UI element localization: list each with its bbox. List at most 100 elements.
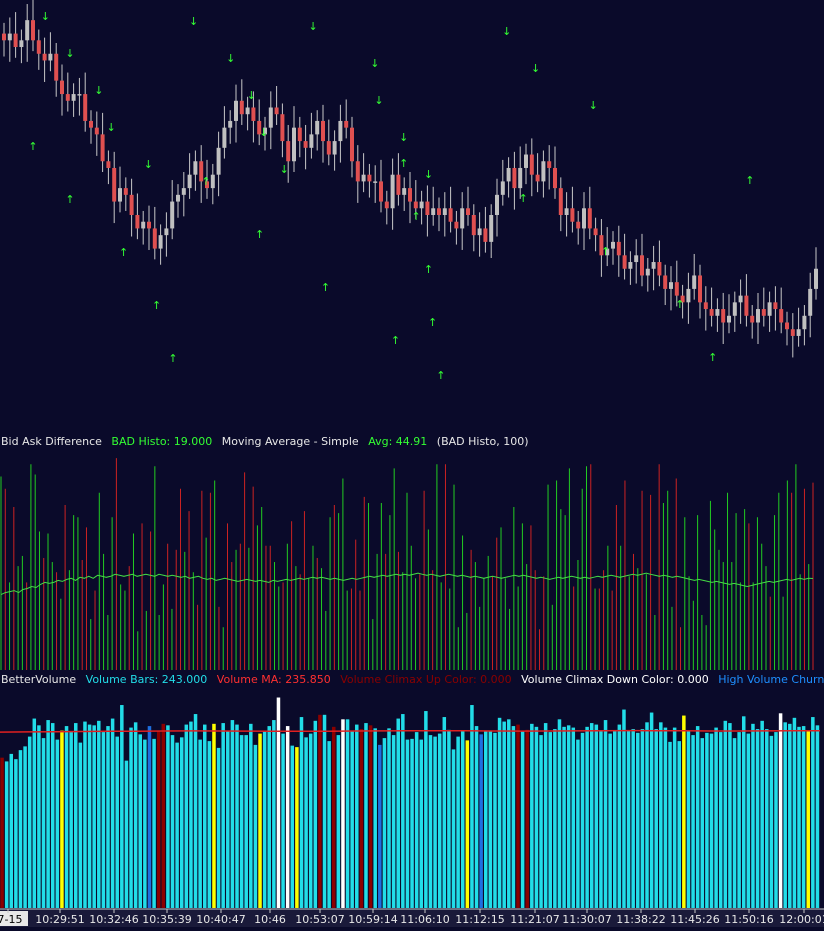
volume-bar	[714, 727, 718, 908]
volume-bar	[631, 729, 635, 908]
candle-body-up	[118, 188, 122, 202]
candle-body-down	[36, 40, 41, 54]
volume-bar	[23, 746, 27, 908]
volume-bar	[797, 726, 801, 908]
candle-body-down	[286, 141, 291, 162]
candle-body-up	[419, 201, 424, 209]
volume-bar	[433, 736, 437, 908]
volume-bar	[479, 734, 483, 908]
volume-bar	[488, 730, 493, 908]
volume-bar	[778, 713, 783, 908]
up-arrow-marker: ↑	[412, 210, 421, 223]
volume-bar	[691, 735, 695, 908]
candle-body-down	[297, 127, 302, 142]
time-axis[interactable]: -7-15 10:29:51 10:32:46 10:35:39 10:40:47 10:…	[0, 908, 824, 927]
ma-avg-value: Avg: 44.91	[368, 435, 427, 448]
volume-bar	[110, 718, 115, 908]
candle-body-up	[756, 309, 760, 323]
volume-bar	[207, 741, 212, 908]
candle-body-up	[170, 201, 175, 229]
volume-bar	[32, 718, 37, 908]
volume-bar	[83, 721, 87, 908]
candle-body-up	[518, 167, 523, 189]
volume-bar	[442, 717, 447, 908]
up-arrow-marker: ↑	[428, 316, 437, 329]
volume-bar	[138, 734, 143, 908]
volume-bar	[788, 723, 792, 908]
volume-bar	[737, 732, 741, 908]
volume-bar	[239, 735, 244, 908]
volume-bar	[723, 720, 728, 908]
down-arrow-marker: ↓	[399, 131, 408, 144]
volume-bar	[401, 714, 405, 908]
candle-body-down	[750, 315, 755, 323]
candle-body-up	[193, 161, 198, 175]
down-arrow-marker: ↓	[374, 94, 383, 107]
candle-body-up	[495, 194, 499, 215]
volume-bar	[668, 741, 672, 908]
volume-bar	[599, 731, 603, 908]
candle-body-down	[303, 141, 308, 148]
churn-value: High Volume Churn Color: 0.000	[718, 673, 824, 686]
volume-bar	[69, 732, 73, 908]
volume-bar	[143, 739, 147, 908]
volume-bar	[806, 730, 810, 908]
candle-body-down	[274, 107, 279, 115]
bad-histo-value: BAD Histo: 19.000	[111, 435, 212, 448]
up-arrow-marker: ↑	[255, 228, 264, 241]
volume-bar	[202, 724, 207, 908]
candle-body-up	[390, 174, 395, 209]
down-arrow-marker: ↓	[144, 158, 153, 171]
candle-body-down	[448, 208, 453, 222]
candle-body-down	[83, 94, 88, 121]
candle-body-down	[60, 80, 64, 95]
candle-body-down	[344, 120, 349, 128]
candle-body-down	[321, 120, 325, 142]
candle-body-up	[292, 127, 296, 162]
candle-body-up	[582, 208, 586, 229]
down-arrow-marker: ↓	[259, 126, 268, 139]
trading-chart-window: ↓ ↓ ↓ ↓ ↓ ↓ ↓ ↓ ↓ ↓ ↓ ↓ ↓ ↓ ↓ ↓ ↓ ↓ ↑ ↑ ↑ ↑ ↑ ↑ ↑ ↑ ↑ ↑ ↑ ↑ ↑ ↑ ↑ ↑ ↑ ↑ ↑ Bi…	[0, 0, 824, 927]
volume-bar	[608, 733, 612, 908]
candle-body-up	[176, 194, 180, 202]
volume-bar	[345, 719, 350, 908]
candle-body-down	[367, 174, 372, 182]
up-arrow-marker: ↑	[391, 334, 400, 347]
climax-up-value: Volume Climax Up Color: 0.000	[340, 673, 511, 686]
volume-bar	[262, 730, 267, 908]
candle-body-up	[245, 107, 250, 115]
candle-body-up	[442, 208, 447, 215]
time-tick-label: 11:21:07	[510, 913, 559, 926]
volume-bar	[465, 740, 470, 908]
candle-body-up	[564, 208, 569, 215]
volume-bar	[97, 720, 101, 908]
volume-bar	[308, 733, 313, 908]
candle-body-down	[790, 329, 795, 336]
candle-body-up	[402, 188, 407, 195]
time-tick-label: 11:38:22	[616, 913, 665, 926]
ma-params: (BAD Histo, 100)	[437, 435, 529, 448]
down-arrow-marker: ↓	[247, 89, 256, 102]
volume-bar	[419, 739, 424, 908]
volume-bar	[46, 720, 50, 908]
candle-body-down	[100, 134, 105, 162]
time-tick-label: 11:30:07	[562, 913, 611, 926]
time-tick-label: 11:06:10	[400, 913, 449, 926]
candle-body-up	[309, 134, 314, 148]
volume-bar	[589, 723, 594, 908]
bad-study-name: Bid Ask Difference	[1, 435, 102, 448]
candle-body-up	[216, 147, 221, 175]
candle-body-down	[251, 107, 256, 121]
candle-body-down	[616, 241, 621, 256]
volume-bar	[327, 741, 331, 908]
volume-bar	[543, 723, 548, 908]
volume-bar	[626, 730, 631, 908]
volume-bar	[424, 711, 428, 908]
candle-body-down	[512, 167, 517, 189]
candle-body-up	[141, 221, 146, 229]
up-arrow-marker: ↑	[675, 298, 684, 311]
volume-bar	[350, 731, 354, 908]
candle-body-down	[640, 255, 644, 276]
candle-body-down	[65, 94, 70, 101]
volume-bar	[129, 727, 133, 908]
